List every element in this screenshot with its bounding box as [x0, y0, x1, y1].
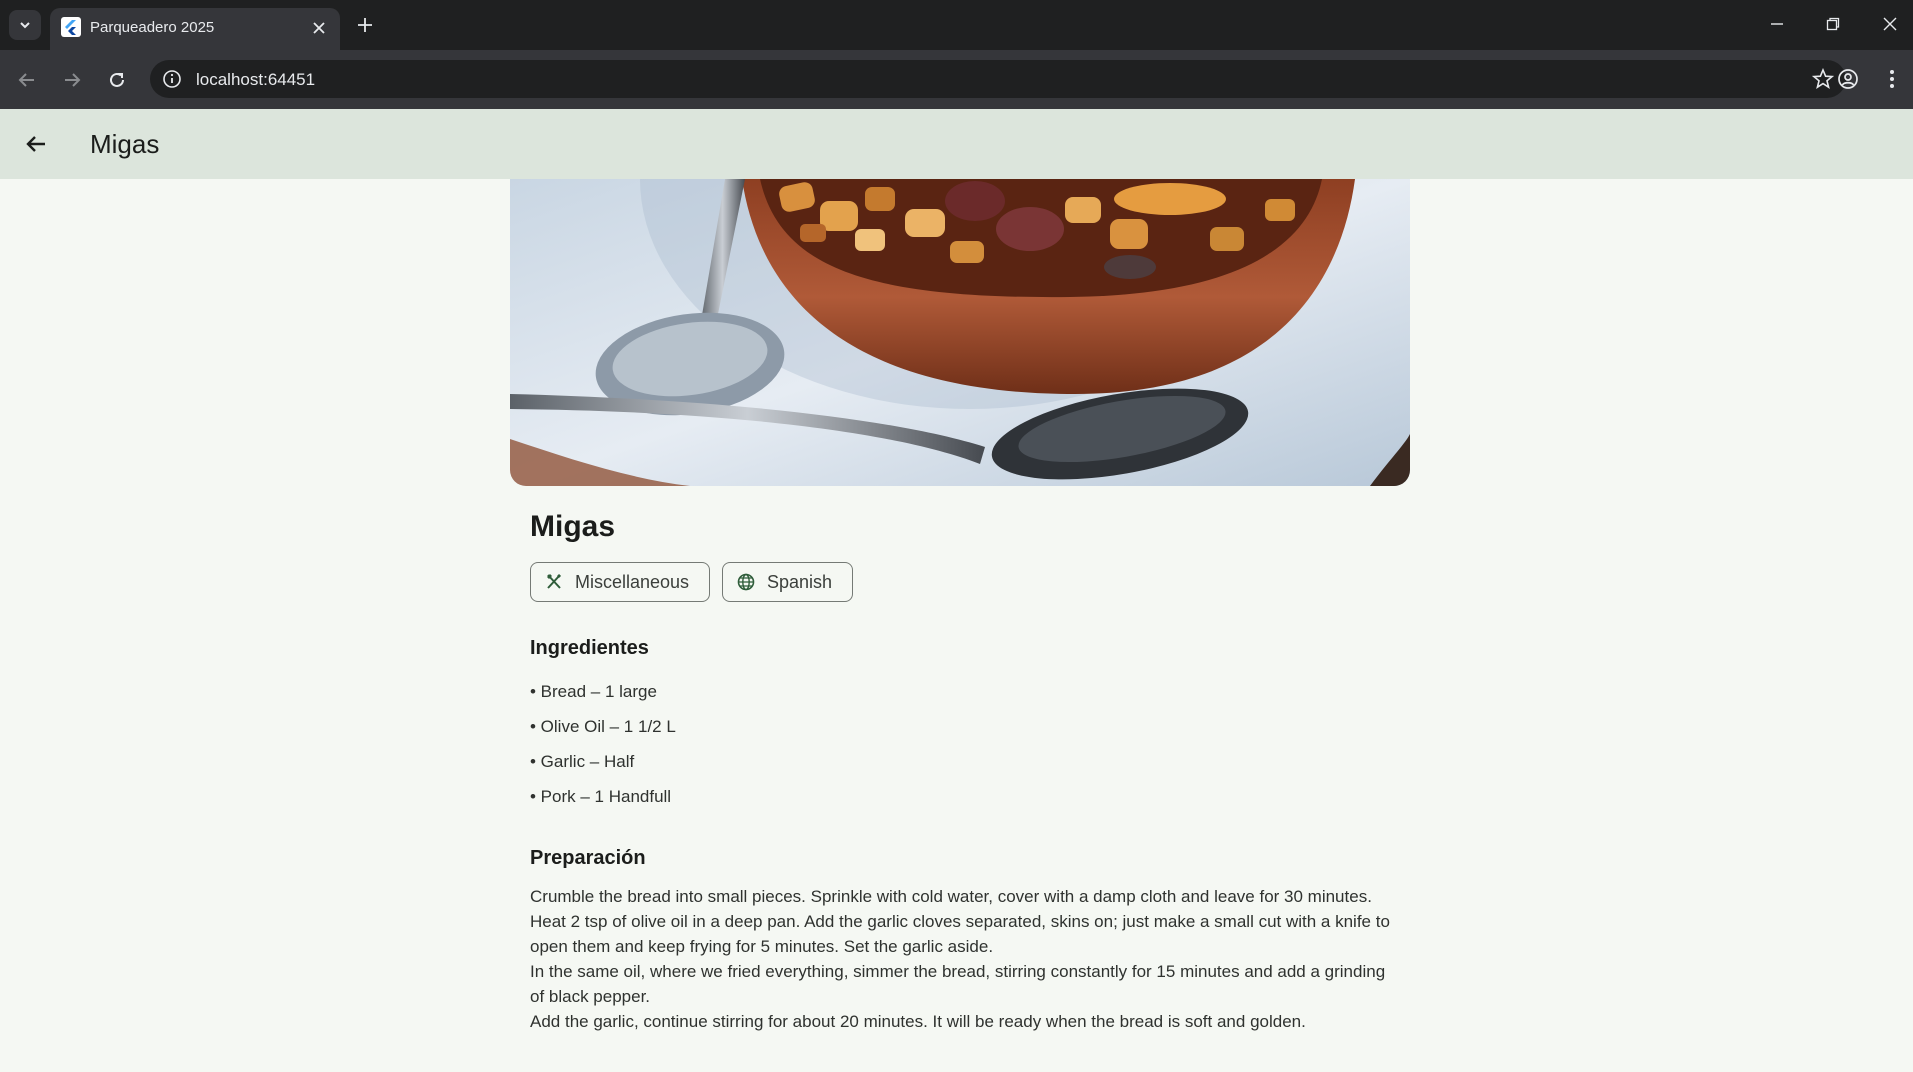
info-icon[interactable]: [162, 69, 182, 89]
preparation-step: Add the garlic, continue stirring for ab…: [530, 1012, 1306, 1031]
plus-icon: [358, 18, 372, 32]
recipe-photo: [510, 179, 1410, 486]
globe-icon: [737, 573, 755, 591]
browser-tab[interactable]: Parqueadero 2025: [50, 8, 340, 50]
bookmark-star-icon[interactable]: [1812, 68, 1834, 90]
back-button[interactable]: [16, 124, 56, 164]
category-chip[interactable]: Miscellaneous: [530, 562, 711, 602]
account-icon: [1838, 69, 1858, 89]
browser-menu-button[interactable]: [1876, 63, 1908, 95]
forward-nav-button[interactable]: [56, 64, 88, 96]
app-bar: Migas: [0, 109, 1913, 179]
ingredient-item: • Bread – 1 large: [530, 682, 657, 701]
preparation-text: Crumble the bread into small pieces. Spr…: [530, 884, 1400, 1034]
close-window-button[interactable]: [1874, 10, 1906, 38]
browser-toolbar: localhost:64451: [0, 50, 1913, 109]
close-icon: [313, 22, 325, 34]
profile-button[interactable]: [1832, 63, 1864, 95]
migas-dish-image: [510, 179, 1410, 486]
recipe-title: Migas: [530, 510, 616, 543]
ingredient-item: • Olive Oil – 1 1/2 L: [530, 717, 676, 736]
preparation-step: Heat 2 tsp of olive oil in a deep pan. A…: [530, 912, 1390, 956]
url-text[interactable]: localhost:64451: [196, 70, 315, 90]
arrow-right-icon: [65, 73, 81, 87]
close-icon: [1883, 17, 1897, 31]
minimize-window-button[interactable]: [1761, 10, 1793, 38]
tab-title: Parqueadero 2025: [90, 19, 215, 36]
reload-button[interactable]: [101, 64, 133, 96]
more-vert-icon: [1890, 70, 1894, 88]
flutter-favicon-icon: [61, 17, 81, 37]
cuisine-chip-label: Spanish: [767, 571, 833, 592]
chevron-down-icon: [20, 22, 30, 29]
preparation-step: In the same oil, where we fried everythi…: [530, 962, 1386, 1006]
restore-icon: [1826, 17, 1840, 31]
category-chip-label: Miscellaneous: [575, 571, 690, 592]
utensils-icon: [547, 574, 561, 589]
ingredient-item: • Garlic – Half: [530, 752, 635, 771]
arrow-back-icon: [26, 136, 45, 152]
preparation-heading: Preparación: [530, 847, 646, 869]
reload-icon: [110, 72, 124, 87]
new-tab-button[interactable]: [352, 12, 378, 38]
page-title: Migas: [90, 129, 160, 159]
tab-search-button[interactable]: [9, 10, 41, 40]
address-bar[interactable]: localhost:64451: [150, 60, 1846, 98]
cuisine-chip[interactable]: Spanish: [722, 562, 854, 602]
back-nav-button[interactable]: [11, 64, 43, 96]
restore-window-button[interactable]: [1817, 10, 1849, 38]
ingredients-heading: Ingredientes: [530, 637, 649, 659]
browser-tab-strip: Parqueadero 2025: [0, 0, 1913, 50]
minimize-icon: [1771, 23, 1783, 25]
tab-close-button[interactable]: [308, 17, 330, 39]
arrow-left-icon: [18, 73, 34, 87]
ingredient-item: • Pork – 1 Handfull: [530, 787, 672, 806]
preparation-step: Crumble the bread into small pieces. Spr…: [530, 887, 1372, 906]
